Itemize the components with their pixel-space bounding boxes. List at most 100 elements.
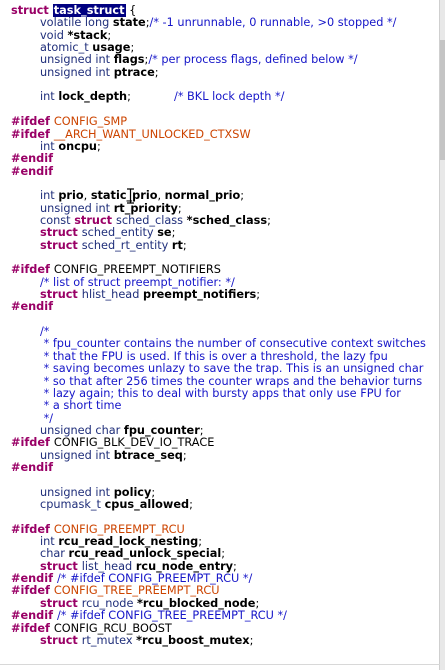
code-token: normal_prio [164, 189, 241, 203]
code-token: *sched_class [186, 213, 268, 227]
code-token: rcu_read_unlock_special [68, 547, 222, 561]
code-token: static_prio [90, 189, 158, 203]
code-token: atomic_t [40, 41, 93, 55]
code-token: #ifdef [11, 127, 54, 141]
editor-bottom-border [0, 664, 440, 665]
code-token: * a short time [40, 399, 122, 413]
code-token: cpus_allowed [104, 498, 190, 511]
code-line: int oncpu; [40, 140, 101, 153]
code-line: struct hlist_head preempt_notifiers; [40, 288, 260, 301]
code-token: ; [127, 90, 175, 104]
code-line: #endif [11, 300, 53, 313]
code-token: ; [198, 535, 203, 549]
code-token: #ifdef [11, 522, 54, 536]
code-token: int [40, 139, 59, 153]
code-line: volatile long state;/* -1 unrunnable, 0 … [40, 16, 396, 29]
code-token: ; [182, 238, 187, 252]
vertical-scrollbar[interactable] [439, 0, 445, 670]
code-token: ; [256, 288, 261, 302]
code-line: * saving becomes unlazy to save the trap… [40, 362, 424, 375]
code-line: #endif [11, 152, 53, 165]
code-token: state [112, 16, 146, 30]
code-editor[interactable]: struct task_struct {volatile long state;… [0, 0, 440, 670]
code-line: */ [40, 412, 53, 425]
code-token: volatile long [40, 16, 113, 30]
code-token: list_head [81, 559, 136, 573]
code-token: CONFIG_PREEMPT_NOTIFIERS [53, 263, 221, 277]
code-token: unsigned int [40, 201, 114, 215]
code-line: #endif /* #ifdef CONFIG_TREE_PREEMPT_RCU… [11, 609, 287, 622]
code-line: #ifdef CONFIG_RCU_BOOST [11, 622, 172, 635]
code-line: struct task_struct { [11, 4, 136, 17]
scrollbar-thumb[interactable] [440, 40, 445, 160]
code-token: unsigned int [40, 448, 114, 462]
code-token: #endif [11, 164, 54, 178]
code-token: int [40, 535, 59, 549]
code-token: CONFIG_PREEMPT_RCU [53, 522, 185, 536]
code-token: * that the FPU is used. If this is over … [40, 349, 388, 363]
selected-identifier: task_struct [52, 4, 126, 17]
code-line: * fpu_counter contains the number of con… [40, 337, 426, 350]
code-token: /* #ifdef CONFIG_PREEMPT_RCU */ [56, 572, 253, 586]
code-token: prio [58, 189, 84, 203]
code-token: { [125, 4, 137, 17]
code-token: ; [221, 547, 226, 561]
code-token: unsigned int [40, 53, 114, 67]
code-token: cpumask_t [40, 498, 105, 511]
code-token: #endif [11, 609, 57, 623]
code-token: #endif [11, 300, 54, 314]
code-token: /* -1 unrunnable, 0 runnable, >0 stopped… [149, 16, 397, 30]
code-token: #ifdef [11, 621, 54, 635]
code-line: void *stack; [40, 29, 111, 42]
code-line: * lazy again; this to deal with bursty a… [40, 387, 401, 400]
code-token: unsigned int [40, 65, 114, 79]
code-token: struct [40, 226, 82, 240]
code-token: sched_entity [81, 226, 158, 240]
code-token: ; [233, 559, 237, 573]
code-line: /* list of struct preempt_notifier: */ [40, 276, 235, 289]
code-token: ; [267, 213, 271, 227]
code-token: ; [130, 41, 135, 55]
code-token: unsigned int [40, 485, 114, 499]
code-token: __ARCH_WANT_UNLOCKED_CTXSW [53, 127, 251, 141]
code-token: CONFIG_RCU_BOOST [53, 621, 172, 635]
code-token: ; [177, 201, 182, 215]
code-token: CONFIG_SMP [53, 115, 128, 129]
code-token: ; [96, 139, 101, 153]
code-token: char [40, 547, 69, 561]
code-line: unsigned int rt_priority; [40, 202, 182, 215]
code-token: #endif [11, 152, 54, 166]
code-token: oncpu [58, 139, 97, 153]
code-token: unsigned char [40, 423, 124, 437]
code-token: rt_mutex [81, 633, 137, 647]
code-token: rt [171, 238, 183, 252]
code-line: struct sched_entity se; [40, 226, 175, 239]
code-token: struct [40, 238, 82, 252]
code-token: #endif [11, 460, 54, 474]
code-token: policy [113, 485, 152, 499]
code-line: /* [40, 325, 49, 338]
code-line: struct rt_mutex *rcu_boost_mutex; [40, 634, 253, 647]
code-line: char rcu_read_unlock_special; [40, 547, 225, 560]
code-token: sched_class [115, 213, 187, 227]
code-line: #ifdef CONFIG_PREEMPT_NOTIFIERS [11, 263, 221, 276]
code-token: ptrace [113, 65, 155, 79]
code-token: ; [154, 65, 159, 79]
code-token: , [157, 189, 165, 203]
code-token: /* list of struct preempt_notifier: */ [40, 275, 235, 289]
code-line: #ifdef CONFIG_BLK_DEV_IO_TRACE [11, 436, 214, 449]
code-token: #ifdef [11, 263, 54, 277]
code-line: #ifdef CONFIG_TREE_PREEMPT_RCU [11, 584, 219, 597]
code-token: int [40, 189, 59, 203]
code-token: /* per process flags, defined below */ [148, 53, 358, 67]
code-token: ; [107, 28, 112, 42]
code-token: rt_priority [113, 201, 178, 215]
code-token: * fpu_counter contains the number of con… [40, 337, 426, 351]
code-token: ; [171, 226, 176, 240]
code-token: *rcu_boost_mutex [136, 633, 250, 647]
code-token: fpu_counter [123, 423, 200, 437]
code-line: struct rcu_node *rcu_blocked_node; [40, 597, 259, 610]
code-token: struct [11, 4, 53, 17]
code-token: flags [113, 53, 145, 67]
code-line: unsigned char fpu_counter; [40, 424, 204, 437]
